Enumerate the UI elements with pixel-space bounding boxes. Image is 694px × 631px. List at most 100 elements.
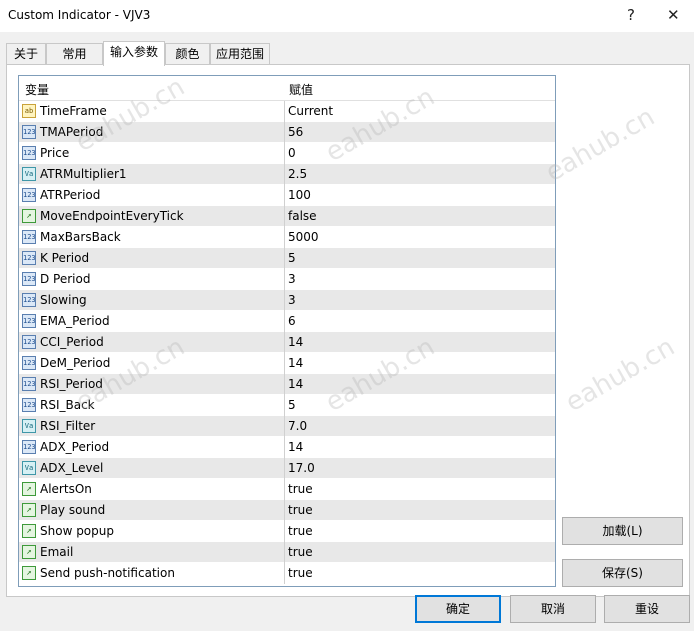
- tab-about[interactable]: 关于: [6, 43, 46, 64]
- bool-type-icon: ↗: [22, 524, 36, 538]
- variable-name: MaxBarsBack: [40, 230, 121, 244]
- header-value: 赋值: [289, 83, 314, 97]
- inputs-table: 变量 赋值 ab TimeFrame Current 123 TMAPeriod 56 12…: [18, 75, 556, 587]
- close-icon[interactable]: ✕: [667, 6, 680, 24]
- table-row[interactable]: 123 Slowing 3: [19, 290, 555, 311]
- table-row[interactable]: 123 Price 0: [19, 143, 555, 164]
- load-button[interactable]: 加载(L): [562, 517, 683, 545]
- table-row[interactable]: ab TimeFrame Current: [19, 101, 555, 122]
- column-divider: [284, 563, 285, 584]
- table-row[interactable]: ↗ Show popup true: [19, 521, 555, 542]
- column-divider: [284, 395, 285, 416]
- window-title: Custom Indicator - VJV3: [8, 8, 151, 22]
- variable-name: AlertsOn: [40, 482, 92, 496]
- variable-value[interactable]: 14: [288, 356, 303, 370]
- variable-name: RSI_Back: [40, 398, 95, 412]
- int-type-icon: 123: [22, 230, 36, 244]
- variable-value[interactable]: true: [288, 503, 313, 517]
- variable-value[interactable]: 14: [288, 377, 303, 391]
- reset-button[interactable]: 重设: [604, 595, 690, 623]
- variable-name: ATRMultiplier1: [40, 167, 127, 181]
- table-row[interactable]: Va RSI_Filter 7.0: [19, 416, 555, 437]
- int-type-icon: 123: [22, 188, 36, 202]
- variable-value[interactable]: 5: [288, 398, 296, 412]
- variable-value[interactable]: 3: [288, 293, 296, 307]
- variable-value[interactable]: 17.0: [288, 461, 315, 475]
- variable-value[interactable]: 5000: [288, 230, 319, 244]
- variable-name: Price: [40, 146, 70, 160]
- int-type-icon: 123: [22, 356, 36, 370]
- tab-visualization[interactable]: 应用范围: [210, 43, 270, 64]
- variable-value[interactable]: 2.5: [288, 167, 307, 181]
- table-row[interactable]: ↗ Send push-notification true: [19, 563, 555, 584]
- ok-button[interactable]: 确定: [415, 595, 501, 623]
- variable-name: K Period: [40, 251, 90, 265]
- column-divider: [284, 479, 285, 500]
- table-row[interactable]: ↗ Play sound true: [19, 500, 555, 521]
- table-row[interactable]: ↗ Email true: [19, 542, 555, 563]
- tab-common[interactable]: 常用: [46, 43, 103, 64]
- column-divider: [284, 164, 285, 185]
- table-row[interactable]: 123 EMA_Period 6: [19, 311, 555, 332]
- variable-name: DeM_Period: [40, 356, 111, 370]
- table-row[interactable]: 123 TMAPeriod 56: [19, 122, 555, 143]
- variable-value[interactable]: 0: [288, 146, 296, 160]
- variable-name: D Period: [40, 272, 91, 286]
- int-type-icon: 123: [22, 251, 36, 265]
- variable-name: EMA_Period: [40, 314, 110, 328]
- table-row[interactable]: 123 ATRPeriod 100: [19, 185, 555, 206]
- table-row[interactable]: ↗ MoveEndpointEveryTick false: [19, 206, 555, 227]
- table-row[interactable]: 123 CCI_Period 14: [19, 332, 555, 353]
- variable-value[interactable]: 14: [288, 335, 303, 349]
- variable-value[interactable]: true: [288, 482, 313, 496]
- tab-colors[interactable]: 颜色: [165, 43, 210, 64]
- table-row[interactable]: 123 MaxBarsBack 5000: [19, 227, 555, 248]
- table-row[interactable]: 123 D Period 3: [19, 269, 555, 290]
- variable-value[interactable]: 5: [288, 251, 296, 265]
- column-divider: [284, 290, 285, 311]
- variable-value[interactable]: 3: [288, 272, 296, 286]
- variable-value[interactable]: 6: [288, 314, 296, 328]
- table-row[interactable]: 123 RSI_Back 5: [19, 395, 555, 416]
- table-row[interactable]: Va ATRMultiplier1 2.5: [19, 164, 555, 185]
- table-row[interactable]: ↗ AlertsOn true: [19, 479, 555, 500]
- variable-name: RSI_Period: [40, 377, 103, 391]
- variable-name: RSI_Filter: [40, 419, 96, 433]
- bool-type-icon: ↗: [22, 545, 36, 559]
- table-row[interactable]: 123 ADX_Period 14: [19, 437, 555, 458]
- column-divider: [284, 458, 285, 479]
- variable-value[interactable]: 14: [288, 440, 303, 454]
- variable-value[interactable]: true: [288, 524, 313, 538]
- variable-value[interactable]: 7.0: [288, 419, 307, 433]
- inputs-panel: 变量 赋值 ab TimeFrame Current 123 TMAPeriod 56 12…: [6, 64, 690, 597]
- column-divider: [284, 269, 285, 290]
- cancel-button[interactable]: 取消: [510, 595, 596, 623]
- int-type-icon: 123: [22, 398, 36, 412]
- table-row[interactable]: 123 RSI_Period 14: [19, 374, 555, 395]
- column-divider: [284, 311, 285, 332]
- table-row[interactable]: 123 DeM_Period 14: [19, 353, 555, 374]
- variable-name: ATRPeriod: [40, 188, 101, 202]
- variable-name: Play sound: [40, 503, 106, 517]
- variable-value[interactable]: false: [288, 209, 317, 223]
- column-divider: [284, 143, 285, 164]
- tab-inputs[interactable]: 输入参数: [103, 41, 165, 66]
- help-icon[interactable]: ?: [627, 6, 635, 24]
- column-divider: [284, 500, 285, 521]
- double-type-icon: Va: [22, 461, 36, 475]
- variable-name: TMAPeriod: [40, 125, 104, 139]
- variable-name: Show popup: [40, 524, 114, 538]
- variable-name: MoveEndpointEveryTick: [40, 209, 184, 223]
- table-row[interactable]: 123 K Period 5: [19, 248, 555, 269]
- variable-value[interactable]: true: [288, 566, 313, 580]
- string-type-icon: ab: [22, 104, 36, 118]
- int-type-icon: 123: [22, 272, 36, 286]
- variable-value[interactable]: 100: [288, 188, 311, 202]
- int-type-icon: 123: [22, 335, 36, 349]
- variable-name: ADX_Level: [40, 461, 104, 475]
- variable-value[interactable]: true: [288, 545, 313, 559]
- variable-value[interactable]: Current: [288, 104, 333, 118]
- table-row[interactable]: Va ADX_Level 17.0: [19, 458, 555, 479]
- save-button[interactable]: 保存(S): [562, 559, 683, 587]
- variable-value[interactable]: 56: [288, 125, 303, 139]
